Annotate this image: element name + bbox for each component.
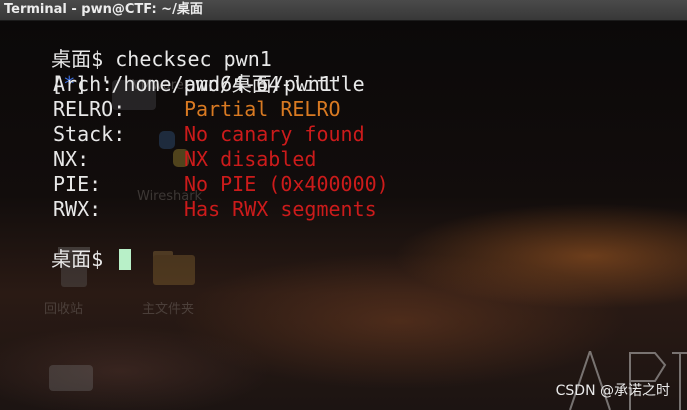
checksec-value: NX disabled	[184, 147, 317, 171]
desktop-label-home: 主文件夹	[142, 302, 195, 317]
checksec-key: PIE:	[53, 172, 102, 196]
terminal-cursor	[119, 249, 132, 270]
checksec-key: NX:	[53, 147, 90, 171]
checksec-key: RWX:	[53, 197, 102, 221]
terminal-body[interactable]: VMware Wireshark 回收站 主文件夹 桌面$ checksec p…	[0, 21, 687, 410]
checksec-value: No canary found	[184, 122, 365, 146]
checksec-value: Has RWX segments	[184, 197, 377, 221]
checksec-key: Arch:	[53, 72, 114, 96]
watermark: CSDN @承诺之时	[555, 383, 670, 399]
shell-prompt: 桌面$	[51, 247, 116, 271]
checksec-key: RELRO:	[53, 97, 126, 121]
drive-icon	[47, 357, 95, 397]
window-titlebar[interactable]: Terminal - pwn@CTF: ~/桌面	[0, 0, 687, 21]
window-title: Terminal - pwn@CTF: ~/桌面	[4, 2, 203, 17]
terminal-line-prompt[interactable]: 桌面$	[3, 222, 132, 271]
terminal-line-command: 桌面$ checksec pwn1	[3, 22, 272, 71]
checksec-value: Partial RELRO	[184, 97, 341, 121]
home-folder-icon	[151, 245, 197, 289]
checksec-value: No PIE (0x400000)	[184, 172, 389, 196]
desktop-label-trash: 回收站	[44, 302, 84, 317]
checksec-value: amd64-64-little	[184, 72, 365, 96]
checksec-key: Stack:	[53, 122, 126, 146]
terminal-line-path: [*] '/home/pwn/桌面/pwn1'	[3, 47, 344, 96]
